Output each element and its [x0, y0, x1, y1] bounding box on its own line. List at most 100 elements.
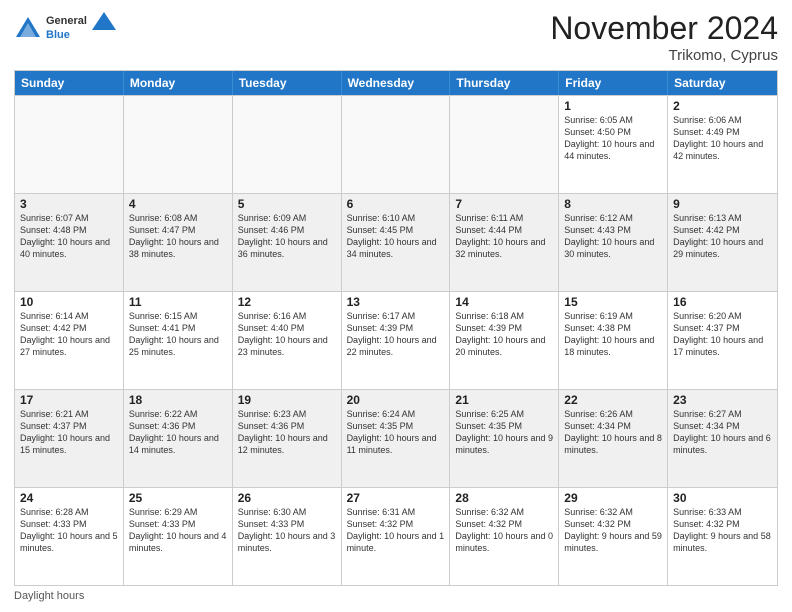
- table-row: [233, 96, 342, 193]
- day-info: Sunrise: 6:13 AMSunset: 4:42 PMDaylight:…: [673, 212, 772, 261]
- header-cell-wednesday: Wednesday: [342, 71, 451, 95]
- day-number: 17: [20, 393, 118, 407]
- day-number: 24: [20, 491, 118, 505]
- table-row: 10Sunrise: 6:14 AMSunset: 4:42 PMDayligh…: [15, 292, 124, 389]
- day-number: 5: [238, 197, 336, 211]
- table-row: 23Sunrise: 6:27 AMSunset: 4:34 PMDayligh…: [668, 390, 777, 487]
- day-info: Sunrise: 6:33 AMSunset: 4:32 PMDaylight:…: [673, 506, 772, 555]
- day-info: Sunrise: 6:10 AMSunset: 4:45 PMDaylight:…: [347, 212, 445, 261]
- table-row: [450, 96, 559, 193]
- day-number: 10: [20, 295, 118, 309]
- day-number: 15: [564, 295, 662, 309]
- day-number: 30: [673, 491, 772, 505]
- day-info: Sunrise: 6:32 AMSunset: 4:32 PMDaylight:…: [455, 506, 553, 555]
- header-cell-tuesday: Tuesday: [233, 71, 342, 95]
- table-row: 4Sunrise: 6:08 AMSunset: 4:47 PMDaylight…: [124, 194, 233, 291]
- table-row: 8Sunrise: 6:12 AMSunset: 4:43 PMDaylight…: [559, 194, 668, 291]
- title-block: November 2024 Trikomo, Cyprus: [550, 10, 778, 64]
- day-info: Sunrise: 6:27 AMSunset: 4:34 PMDaylight:…: [673, 408, 772, 457]
- day-info: Sunrise: 6:21 AMSunset: 4:37 PMDaylight:…: [20, 408, 118, 457]
- calendar-header: SundayMondayTuesdayWednesdayThursdayFrid…: [15, 71, 777, 95]
- table-row: 11Sunrise: 6:15 AMSunset: 4:41 PMDayligh…: [124, 292, 233, 389]
- calendar-body: 1Sunrise: 6:05 AMSunset: 4:50 PMDaylight…: [15, 95, 777, 585]
- page: General Blue November 2024 Trikomo, Cypr…: [0, 0, 792, 612]
- table-row: 7Sunrise: 6:11 AMSunset: 4:44 PMDaylight…: [450, 194, 559, 291]
- day-number: 23: [673, 393, 772, 407]
- table-row: 6Sunrise: 6:10 AMSunset: 4:45 PMDaylight…: [342, 194, 451, 291]
- day-number: 2: [673, 99, 772, 113]
- table-row: 25Sunrise: 6:29 AMSunset: 4:33 PMDayligh…: [124, 488, 233, 585]
- calendar-row-5: 24Sunrise: 6:28 AMSunset: 4:33 PMDayligh…: [15, 487, 777, 585]
- day-info: Sunrise: 6:22 AMSunset: 4:36 PMDaylight:…: [129, 408, 227, 457]
- header-cell-thursday: Thursday: [450, 71, 559, 95]
- day-number: 8: [564, 197, 662, 211]
- day-info: Sunrise: 6:06 AMSunset: 4:49 PMDaylight:…: [673, 114, 772, 163]
- header-cell-sunday: Sunday: [15, 71, 124, 95]
- table-row: 9Sunrise: 6:13 AMSunset: 4:42 PMDaylight…: [668, 194, 777, 291]
- day-info: Sunrise: 6:11 AMSunset: 4:44 PMDaylight:…: [455, 212, 553, 261]
- day-number: 14: [455, 295, 553, 309]
- day-number: 21: [455, 393, 553, 407]
- table-row: 1Sunrise: 6:05 AMSunset: 4:50 PMDaylight…: [559, 96, 668, 193]
- day-number: 20: [347, 393, 445, 407]
- table-row: 18Sunrise: 6:22 AMSunset: 4:36 PMDayligh…: [124, 390, 233, 487]
- day-info: Sunrise: 6:14 AMSunset: 4:42 PMDaylight:…: [20, 310, 118, 359]
- table-row: 21Sunrise: 6:25 AMSunset: 4:35 PMDayligh…: [450, 390, 559, 487]
- table-row: 2Sunrise: 6:06 AMSunset: 4:49 PMDaylight…: [668, 96, 777, 193]
- day-info: Sunrise: 6:09 AMSunset: 4:46 PMDaylight:…: [238, 212, 336, 261]
- table-row: 30Sunrise: 6:33 AMSunset: 4:32 PMDayligh…: [668, 488, 777, 585]
- logo-icon: [14, 15, 42, 43]
- day-info: Sunrise: 6:20 AMSunset: 4:37 PMDaylight:…: [673, 310, 772, 359]
- day-info: Sunrise: 6:05 AMSunset: 4:50 PMDaylight:…: [564, 114, 662, 163]
- day-number: 13: [347, 295, 445, 309]
- table-row: 24Sunrise: 6:28 AMSunset: 4:33 PMDayligh…: [15, 488, 124, 585]
- table-row: 22Sunrise: 6:26 AMSunset: 4:34 PMDayligh…: [559, 390, 668, 487]
- day-info: Sunrise: 6:25 AMSunset: 4:35 PMDaylight:…: [455, 408, 553, 457]
- day-info: Sunrise: 6:31 AMSunset: 4:32 PMDaylight:…: [347, 506, 445, 555]
- day-info: Sunrise: 6:28 AMSunset: 4:33 PMDaylight:…: [20, 506, 118, 555]
- table-row: 27Sunrise: 6:31 AMSunset: 4:32 PMDayligh…: [342, 488, 451, 585]
- day-info: Sunrise: 6:15 AMSunset: 4:41 PMDaylight:…: [129, 310, 227, 359]
- day-number: 4: [129, 197, 227, 211]
- table-row: 5Sunrise: 6:09 AMSunset: 4:46 PMDaylight…: [233, 194, 342, 291]
- day-number: 9: [673, 197, 772, 211]
- subtitle: Trikomo, Cyprus: [550, 47, 778, 64]
- day-number: 29: [564, 491, 662, 505]
- table-row: 15Sunrise: 6:19 AMSunset: 4:38 PMDayligh…: [559, 292, 668, 389]
- day-number: 11: [129, 295, 227, 309]
- logo-svg: General Blue: [46, 10, 116, 42]
- header-cell-friday: Friday: [559, 71, 668, 95]
- header-cell-saturday: Saturday: [668, 71, 777, 95]
- day-number: 3: [20, 197, 118, 211]
- day-number: 16: [673, 295, 772, 309]
- table-row: 12Sunrise: 6:16 AMSunset: 4:40 PMDayligh…: [233, 292, 342, 389]
- day-info: Sunrise: 6:23 AMSunset: 4:36 PMDaylight:…: [238, 408, 336, 457]
- svg-text:General: General: [46, 15, 87, 27]
- table-row: 3Sunrise: 6:07 AMSunset: 4:48 PMDaylight…: [15, 194, 124, 291]
- day-info: Sunrise: 6:32 AMSunset: 4:32 PMDaylight:…: [564, 506, 662, 555]
- day-number: 28: [455, 491, 553, 505]
- header: General Blue November 2024 Trikomo, Cypr…: [14, 10, 778, 64]
- header-cell-monday: Monday: [124, 71, 233, 95]
- table-row: 26Sunrise: 6:30 AMSunset: 4:33 PMDayligh…: [233, 488, 342, 585]
- day-info: Sunrise: 6:26 AMSunset: 4:34 PMDaylight:…: [564, 408, 662, 457]
- table-row: 29Sunrise: 6:32 AMSunset: 4:32 PMDayligh…: [559, 488, 668, 585]
- calendar-row-3: 10Sunrise: 6:14 AMSunset: 4:42 PMDayligh…: [15, 291, 777, 389]
- day-number: 6: [347, 197, 445, 211]
- day-info: Sunrise: 6:24 AMSunset: 4:35 PMDaylight:…: [347, 408, 445, 457]
- day-number: 12: [238, 295, 336, 309]
- day-number: 19: [238, 393, 336, 407]
- day-info: Sunrise: 6:16 AMSunset: 4:40 PMDaylight:…: [238, 310, 336, 359]
- table-row: [124, 96, 233, 193]
- table-row: 14Sunrise: 6:18 AMSunset: 4:39 PMDayligh…: [450, 292, 559, 389]
- day-info: Sunrise: 6:18 AMSunset: 4:39 PMDaylight:…: [455, 310, 553, 359]
- day-info: Sunrise: 6:07 AMSunset: 4:48 PMDaylight:…: [20, 212, 118, 261]
- svg-text:Blue: Blue: [46, 29, 70, 41]
- table-row: 13Sunrise: 6:17 AMSunset: 4:39 PMDayligh…: [342, 292, 451, 389]
- table-row: 20Sunrise: 6:24 AMSunset: 4:35 PMDayligh…: [342, 390, 451, 487]
- day-info: Sunrise: 6:17 AMSunset: 4:39 PMDaylight:…: [347, 310, 445, 359]
- day-number: 25: [129, 491, 227, 505]
- day-number: 7: [455, 197, 553, 211]
- calendar-row-1: 1Sunrise: 6:05 AMSunset: 4:50 PMDaylight…: [15, 95, 777, 193]
- calendar: SundayMondayTuesdayWednesdayThursdayFrid…: [14, 70, 778, 586]
